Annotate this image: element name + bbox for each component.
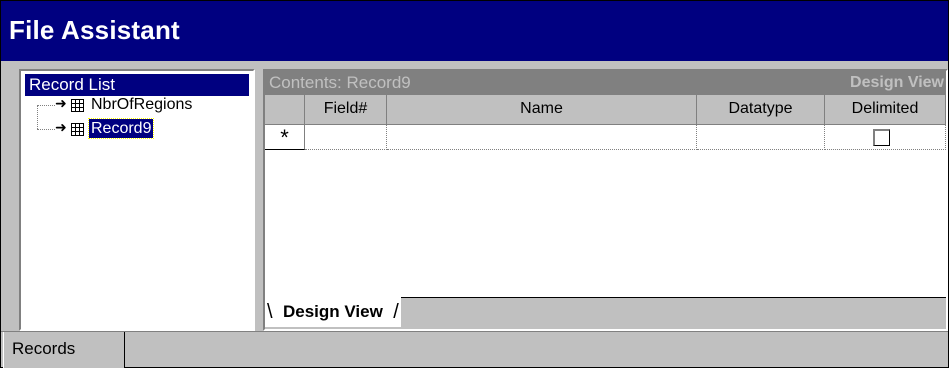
record-list-pane: Record List ➜ NbrOfRegions ➜ Record9 xyxy=(19,69,255,331)
tree-item-nbrofregions[interactable]: ➜ NbrOfRegions xyxy=(21,95,247,121)
table-icon xyxy=(71,123,84,136)
tree-item-label: Record9 xyxy=(87,118,155,139)
column-header-datatype[interactable]: Datatype xyxy=(697,95,825,125)
tab-edge: / xyxy=(393,301,399,323)
row-selector-header xyxy=(265,95,305,125)
new-row-marker[interactable]: * xyxy=(265,125,305,150)
tab-design-view[interactable]: \ Design View / xyxy=(265,297,401,327)
view-tab-strip: \ Design View / xyxy=(265,297,946,329)
cell-datatype[interactable] xyxy=(697,125,825,150)
contents-header: Contents: Record9 Design View xyxy=(265,71,946,95)
bottom-tab-bar: Records xyxy=(1,331,948,368)
cell-name[interactable] xyxy=(387,125,697,150)
record-list-header: Record List xyxy=(25,74,249,96)
arrow-right-icon: ➜ xyxy=(55,119,67,135)
column-header-field-number[interactable]: Field# xyxy=(305,95,387,125)
delimited-checkbox[interactable] xyxy=(873,129,890,146)
view-mode-label: Design View xyxy=(850,74,944,91)
cell-field-number[interactable] xyxy=(305,125,387,150)
column-header-delimited[interactable]: Delimited xyxy=(825,95,946,125)
tab-records[interactable]: Records xyxy=(3,332,125,368)
record-tree: ➜ NbrOfRegions ➜ Record9 xyxy=(21,95,251,299)
table-icon xyxy=(71,99,84,112)
window-title: File Assistant xyxy=(9,15,180,45)
contents-pane: Contents: Record9 Design View Field# Nam… xyxy=(263,69,948,331)
contents-title: Contents: Record9 xyxy=(269,73,411,92)
tab-label: Design View xyxy=(283,302,383,321)
title-bar: File Assistant xyxy=(1,1,948,61)
tab-edge: \ xyxy=(267,301,273,323)
cell-delimited[interactable] xyxy=(825,125,946,150)
tree-item-record9[interactable]: ➜ Record9 xyxy=(21,118,247,145)
file-assistant-window: File Assistant Record List ➜ NbrOfRegion… xyxy=(0,0,949,368)
column-header-name[interactable]: Name xyxy=(387,95,697,125)
arrow-right-icon: ➜ xyxy=(55,95,67,111)
tree-item-label: NbrOfRegions xyxy=(91,96,193,113)
